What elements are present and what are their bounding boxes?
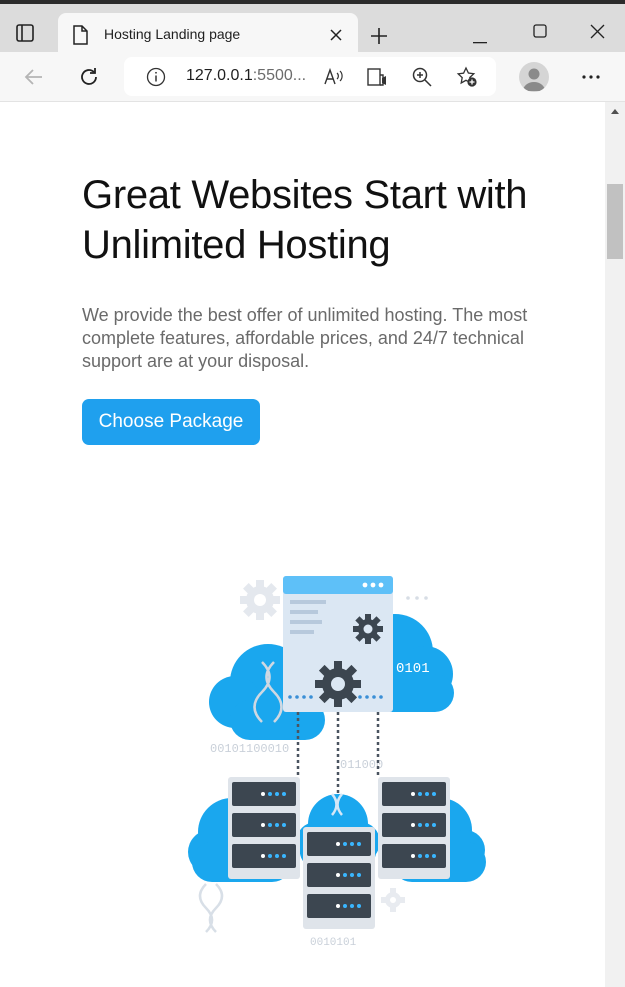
gear-icon [240,580,280,620]
info-icon[interactable] [146,67,166,92]
maximize-icon[interactable] [533,24,547,38]
zoom-icon[interactable] [411,66,433,88]
browser-toolbar: 127.0.0.1:5500... [0,52,625,102]
binary-text: 0010101 [310,937,357,949]
server-rack-left [228,777,300,879]
gear-icon [315,661,361,707]
binary-text: 00101100010 [210,742,289,756]
tab-actions-icon[interactable] [14,22,36,44]
address-bar[interactable]: 127.0.0.1:5500... [124,57,496,96]
profile-avatar[interactable] [519,62,549,92]
more-icon[interactable] [580,66,602,88]
refresh-icon[interactable] [77,65,101,89]
binary-text: 0101 [396,661,430,677]
address-url[interactable]: 127.0.0.1:5500... [186,67,306,85]
hosting-illustration: 0101 00101100010 011000 0010101 [188,576,486,949]
favorites-add-icon[interactable] [456,66,478,88]
plus-icon[interactable] [369,26,389,46]
gear-icon [353,614,383,644]
active-tab[interactable]: Hosting Landing page [58,13,358,57]
tab-title: Hosting Landing page [104,26,241,42]
tab-bar: Hosting Landing page [0,0,625,57]
read-aloud-icon[interactable] [323,66,345,88]
binary-text: 011000 [340,758,383,772]
server-rack-center [303,827,375,929]
url-rest: :5500... [252,67,307,84]
choose-package-button[interactable]: Choose Package [82,399,260,445]
page-viewport: Great Websites Start with Unlimited Host… [0,102,605,987]
url-host: 127.0.0.1 [186,67,253,84]
immersive-reader-icon[interactable] [366,66,388,88]
hero-description: We provide the best offer of unlimited h… [82,305,528,371]
dna-icon [198,883,224,933]
close-icon[interactable] [328,27,344,43]
back-arrow-icon[interactable] [22,65,46,89]
hero-title: Great Websites Start with Unlimited Host… [82,173,528,267]
server-rack-right [378,777,450,879]
page-scrollbar[interactable] [605,102,625,987]
scroll-up-arrow-icon[interactable] [611,109,619,114]
window-close-icon[interactable] [590,24,605,39]
minimize-icon[interactable] [473,31,487,44]
gear-icon [381,888,405,912]
scroll-thumb[interactable] [607,184,623,259]
browser-window-graphic [283,576,393,712]
document-icon [72,25,88,50]
